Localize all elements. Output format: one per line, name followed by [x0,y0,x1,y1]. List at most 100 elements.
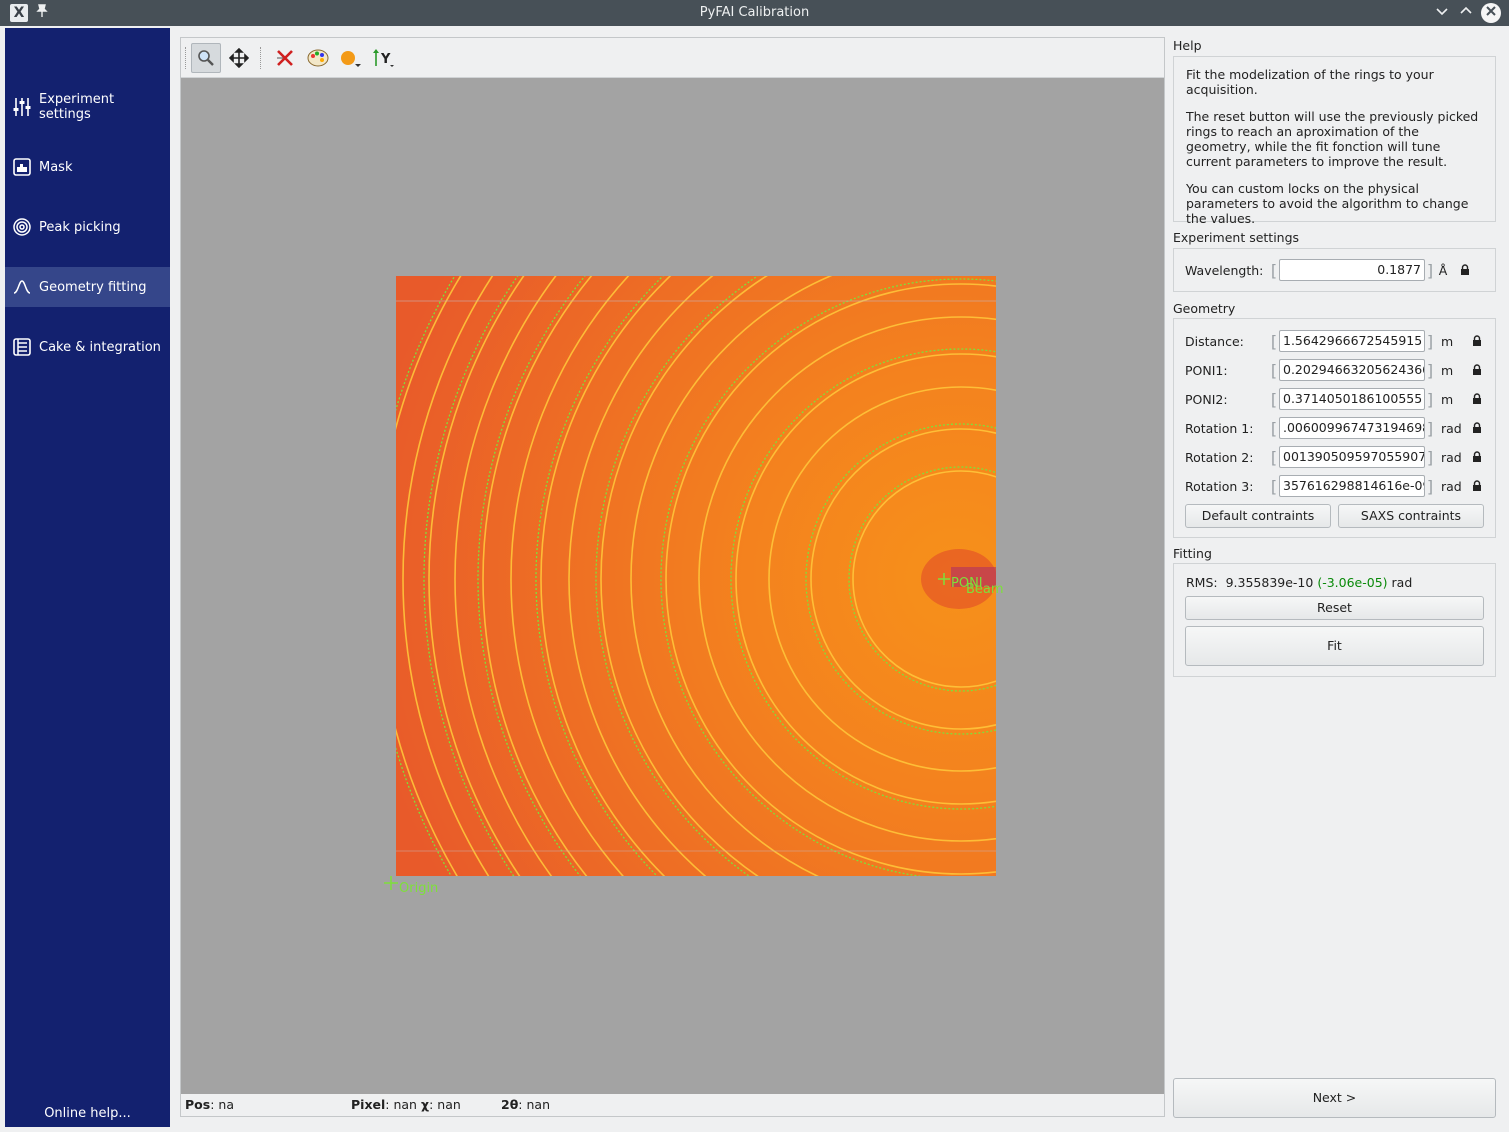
sidebar-item-geometry-fitting[interactable]: Geometry fitting [5,267,170,307]
experiment-settings-group: Wavelength: [ 0.1877 ] Å [1173,248,1496,292]
zoom-tool-button[interactable] [191,42,221,73]
lock-icon[interactable] [1457,264,1473,276]
help-title: Help [1173,38,1202,53]
field-label: Rotation 2: [1185,449,1254,465]
lock-icon[interactable] [1469,335,1485,347]
lock-icon[interactable] [1469,393,1485,405]
cross-icon [277,49,293,66]
sidebar-item-experiment-settings[interactable]: Experiment settings [5,87,170,127]
field-unit: m [1441,391,1454,407]
field-unit: m [1441,333,1454,349]
field-label: PONI1: [1185,362,1228,378]
field-unit: rad [1441,449,1462,465]
rotation3-row: Rotation 3: [ 357616298814616e-09 ] rad [1185,474,1485,498]
origin-marker [384,876,398,890]
distance-input[interactable]: 1.5642966672545915 [1279,330,1425,352]
online-help-link[interactable]: Online help... [5,1106,170,1121]
lock-icon[interactable] [1469,451,1485,463]
field-label: Rotation 1: [1185,420,1254,436]
sidebar-item-mask[interactable]: Mask [5,147,170,187]
help-paragraph: Fit the modelization of the rings to you… [1186,67,1434,97]
help-box: Fit the modelization of the rings to you… [1173,56,1496,226]
y-axis-direction-button[interactable]: Y [369,43,399,73]
poni2-row: PONI2: [ 0.3714050186100555 ] m [1185,387,1485,411]
move-arrows-icon [229,47,249,68]
wavelength-label: Wavelength: [1185,262,1264,278]
poni2-input[interactable]: 0.3714050186100555 [1279,388,1425,410]
right-panel: Help Fit the modelization of the rings t… [1173,0,1496,1132]
orange-dot-icon [341,50,361,67]
toolbar-separator [260,46,261,69]
lock-icon[interactable] [1469,480,1485,492]
sidebar-item-label: Geometry fitting [39,279,147,295]
poni1-input[interactable]: 0.20294663205624366 [1279,359,1425,381]
field-unit: rad [1441,478,1462,494]
default-constraints-button[interactable]: Default contraints [1185,504,1331,528]
help-paragraph: The reset button will use the previously… [1186,109,1479,169]
wavelength-input[interactable]: 0.1877 [1279,259,1425,281]
status-bar: Pos: na Pixel: nan χ: nan 2θ: nan [181,1094,1164,1116]
svg-text:Y: Y [380,52,391,67]
sidebar-item-cake-integration[interactable]: Cake & integration [5,327,170,367]
status-chi: χ: nan [421,1097,461,1112]
beam-label: Beam [966,582,1004,597]
marker-color-button[interactable] [336,43,366,73]
curve-icon [11,280,33,294]
sidebar: Experiment settings Mask Peak picking Ge… [5,28,170,1127]
distance-row: Distance: [ 1.5642966672545915 ] m [1185,329,1485,353]
colormap-button[interactable] [303,43,333,73]
reset-button[interactable]: Reset [1185,596,1484,620]
status-2theta: 2θ: nan [501,1097,550,1112]
rotation3-input[interactable]: 357616298814616e-09 [1279,475,1425,497]
field-label: Distance: [1185,333,1244,349]
status-pixel: Pixel: nan [351,1097,417,1112]
field-unit: m [1441,362,1454,378]
fitting-title: Fitting [1173,546,1212,561]
field-unit: rad [1441,420,1462,436]
diffraction-image: PONI Beam Origin [384,276,1004,896]
sidebar-item-label: Peak picking [39,219,121,235]
rms-value: 9.355839e-10 [1225,575,1314,590]
sidebar-item-label: Mask [39,159,73,175]
plot-panel: Y PONI Beam Origin Pos: na Pixel: nan χ:… [180,37,1165,1117]
magnifier-icon [198,49,214,66]
y-axis-icon: Y [373,48,394,67]
status-pos: Pos: na [185,1097,234,1112]
rms-unit: rad [1391,575,1413,590]
rotation2-row: Rotation 2: [ 0013905095970559072 ] rad [1185,445,1485,469]
rotation1-input[interactable]: .006009967473194698 [1279,417,1425,439]
field-label: PONI2: [1185,391,1228,407]
lock-icon[interactable] [1469,364,1485,376]
sidebar-item-label: Experiment settings [38,92,115,122]
poni1-row: PONI1: [ 0.20294663205624366 ] m [1185,358,1485,382]
pan-tool-button[interactable] [224,43,254,73]
origin-label: Origin [399,881,438,896]
saxs-constraints-button[interactable]: SAXS contraints [1338,504,1484,528]
help-paragraph: You can custom locks on the physical par… [1186,181,1469,226]
experiment-settings-title: Experiment settings [1173,230,1300,245]
next-button[interactable]: Next > [1173,1078,1496,1118]
lock-icon[interactable] [1469,422,1485,434]
list-icon [11,338,33,356]
diffraction-image-view[interactable]: PONI Beam Origin [181,79,1164,1094]
fit-button[interactable]: Fit [1185,626,1484,666]
sidebar-item-label: Cake & integration [39,339,161,355]
toolbar-handle[interactable] [185,46,186,69]
sidebar-item-peak-picking[interactable]: Peak picking [5,207,170,247]
wavelength-row: Wavelength: [ 0.1877 ] Å [1185,258,1473,282]
rms-delta: (-3.06e-05) [1317,575,1388,590]
rms-readout: RMS: 9.355839e-10 (-3.06e-05) rad [1186,575,1413,590]
geometry-group: Distance: [ 1.5642966672545915 ] m PONI1… [1173,318,1496,538]
geometry-title: Geometry [1173,301,1236,316]
rotation2-input[interactable]: 0013905095970559072 [1279,446,1425,468]
target-icon [11,218,33,236]
rotation1-row: Rotation 1: [ .006009967473194698 ] rad [1185,416,1485,440]
plot-toolbar: Y [181,38,1164,78]
fitting-group: RMS: 9.355839e-10 (-3.06e-05) rad Reset … [1173,563,1496,677]
field-label: Rotation 3: [1185,478,1254,494]
mask-icon [11,158,33,176]
sliders-icon [11,97,33,117]
palette-icon [307,49,329,66]
wavelength-unit: Å [1438,262,1448,278]
reset-zoom-button[interactable] [270,43,300,73]
